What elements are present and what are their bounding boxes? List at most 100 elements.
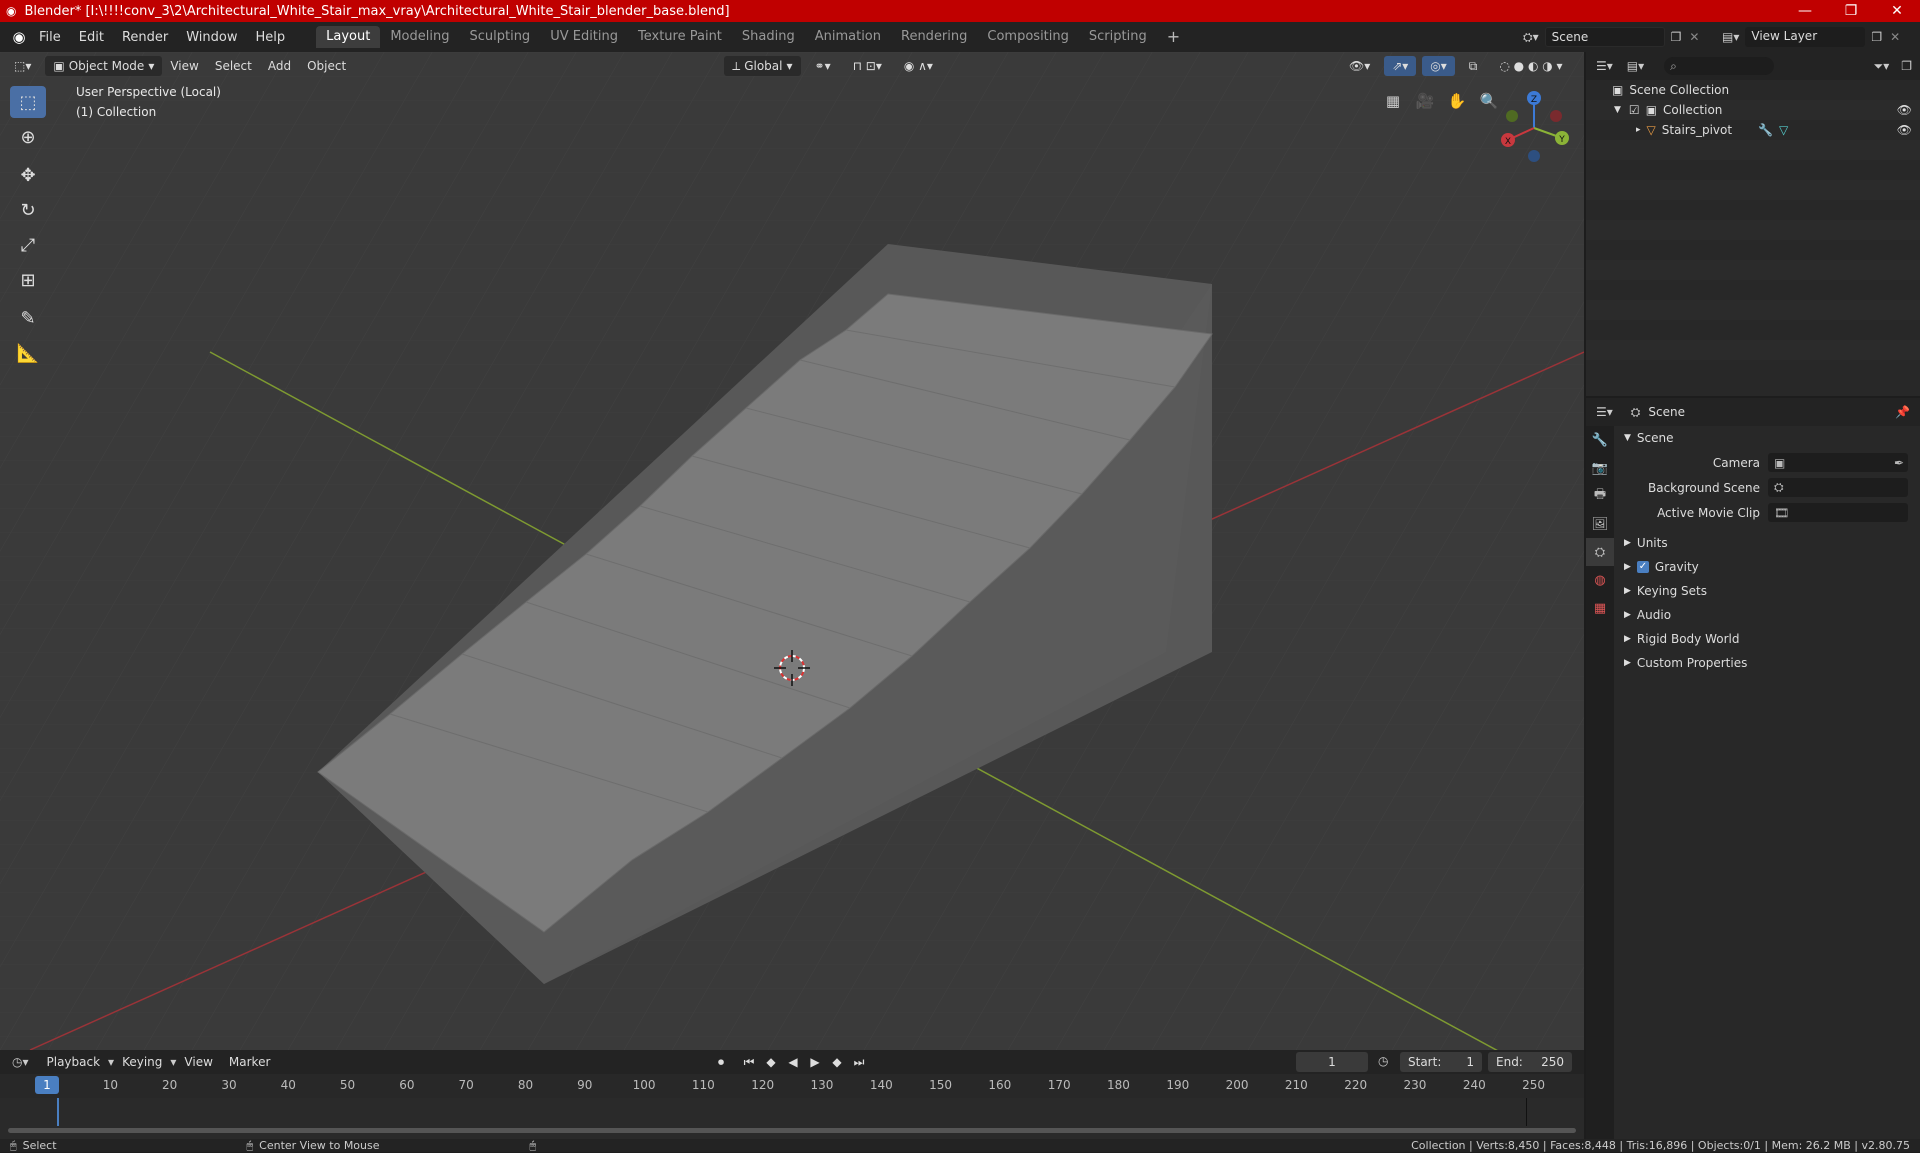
- visibility-eye-icon[interactable]: 👁: [1897, 103, 1912, 117]
- expand-arrow-icon[interactable]: ▸: [1636, 125, 1641, 135]
- clock-icon[interactable]: ◷: [1378, 1054, 1388, 1068]
- timeline-menu-keying[interactable]: Keying: [114, 1055, 170, 1069]
- active-movie-clip-field[interactable]: 🎞: [1768, 503, 1908, 522]
- shading-modes[interactable]: ◌ ● ◐ ◑ ▾: [1491, 56, 1570, 76]
- visibility-eye-icon[interactable]: 👁: [1897, 123, 1912, 137]
- tab-scripting[interactable]: Scripting: [1079, 26, 1157, 48]
- play-reverse-icon[interactable]: ◀: [784, 1052, 802, 1072]
- rotate-tool-icon[interactable]: ↻: [10, 194, 46, 226]
- tab-modeling[interactable]: Modeling: [380, 26, 459, 48]
- view-layer-name-field[interactable]: View Layer: [1745, 27, 1866, 47]
- keying-sets-panel[interactable]: ▶ Keying Sets: [1616, 579, 1920, 603]
- remove-scene-icon[interactable]: ✕: [1689, 30, 1699, 44]
- timeline-menu-view[interactable]: View: [176, 1055, 220, 1069]
- select-box-icon[interactable]: ⬚: [10, 86, 46, 118]
- timeline-editor-icon[interactable]: ◷▾: [12, 1055, 29, 1069]
- camera-view-icon[interactable]: 🎥: [1412, 88, 1438, 114]
- jump-end-icon[interactable]: ⏭: [850, 1052, 868, 1072]
- tab-sculpting[interactable]: Sculpting: [459, 26, 540, 48]
- maximize-icon[interactable]: ❐: [1828, 0, 1874, 22]
- snap-button[interactable]: ⊓ ⊡▾: [845, 56, 890, 76]
- tab-layout[interactable]: Layout: [316, 26, 381, 48]
- texture-props-tab-icon[interactable]: ▦: [1586, 594, 1614, 622]
- blender-menu-icon[interactable]: ◉: [8, 27, 30, 47]
- annotate-tool-icon[interactable]: ✎: [10, 302, 46, 334]
- tool-props-tab-icon[interactable]: 🔧: [1586, 426, 1614, 454]
- scene-section-header[interactable]: ▼ Scene: [1616, 426, 1920, 450]
- viewport-menu-select[interactable]: Select: [207, 59, 260, 73]
- gravity-panel[interactable]: ▶ ✓ Gravity: [1616, 555, 1920, 579]
- scene-name-field[interactable]: Scene: [1544, 27, 1665, 47]
- properties-editor-icon[interactable]: ☰▾: [1596, 405, 1613, 419]
- current-frame-indicator[interactable]: 1: [35, 1076, 59, 1094]
- gizmo-toggle-button[interactable]: ⇗▾: [1384, 56, 1417, 76]
- new-scene-icon[interactable]: ❐: [1671, 30, 1682, 44]
- add-workspace-button[interactable]: +: [1157, 26, 1190, 48]
- record-icon[interactable]: ⏺: [712, 1052, 730, 1072]
- visibility-button[interactable]: 👁▾: [1341, 56, 1378, 76]
- menu-render[interactable]: Render: [113, 30, 177, 45]
- 3d-viewport[interactable]: ⬚▾ ▣ Object Mode ▾ View Select Add Object …: [0, 52, 1584, 1050]
- object-mode-dropdown[interactable]: ▣ Object Mode ▾: [45, 56, 163, 76]
- transform-orientation-dropdown[interactable]: ⟂ Global ▾: [724, 56, 801, 76]
- editor-type-button[interactable]: ⬚▾: [6, 56, 39, 76]
- outliner-row-collection[interactable]: ▼ ☑ ▣ Collection 👁: [1586, 100, 1920, 120]
- toggle-perspective-icon[interactable]: ▦: [1380, 88, 1406, 114]
- close-icon[interactable]: ✕: [1874, 0, 1920, 22]
- cursor-tool-icon[interactable]: ⊕: [10, 121, 46, 153]
- tab-compositing[interactable]: Compositing: [977, 26, 1079, 48]
- timeline-scrollbar[interactable]: [8, 1128, 1576, 1133]
- scene-selector[interactable]: ⛭▾ Scene ❐ ✕: [1523, 26, 1718, 48]
- jump-start-icon[interactable]: ⏮: [740, 1052, 758, 1072]
- viewport-menu-object[interactable]: Object: [299, 59, 354, 73]
- pan-view-icon[interactable]: ✋: [1444, 88, 1470, 114]
- expand-arrow-icon[interactable]: ▼: [1614, 105, 1621, 115]
- tab-shading[interactable]: Shading: [732, 26, 805, 48]
- gravity-checkbox[interactable]: ✓: [1636, 561, 1649, 573]
- menu-edit[interactable]: Edit: [70, 30, 113, 45]
- tab-uv-editing[interactable]: UV Editing: [540, 26, 628, 48]
- viewport-menu-view[interactable]: View: [162, 59, 206, 73]
- tab-rendering[interactable]: Rendering: [891, 26, 977, 48]
- tab-animation[interactable]: Animation: [805, 26, 891, 48]
- camera-field[interactable]: ▣ ✒: [1768, 453, 1908, 472]
- overlay-toggle-button[interactable]: ◎▾: [1422, 56, 1455, 76]
- rigid-body-world-panel[interactable]: ▶ Rigid Body World: [1616, 627, 1920, 651]
- background-scene-field[interactable]: ⛭: [1768, 478, 1908, 497]
- scale-tool-icon[interactable]: ⤢: [10, 229, 46, 261]
- eyedropper-icon[interactable]: ✒: [1894, 456, 1904, 470]
- timeline-menu-playback[interactable]: Playback: [39, 1055, 109, 1069]
- scene-props-tab-icon[interactable]: ⛭: [1586, 538, 1614, 566]
- tab-texture-paint[interactable]: Texture Paint: [628, 26, 732, 48]
- minimize-icon[interactable]: —: [1782, 0, 1828, 22]
- end-frame-field[interactable]: End: 250: [1488, 1052, 1572, 1072]
- prev-keyframe-icon[interactable]: ◆: [762, 1052, 780, 1072]
- frame-ruler[interactable]: 1 10 20 30 40 50 60 70 80 90 100 110 120 130 140 150 16…: [0, 1074, 1584, 1098]
- new-view-layer-icon[interactable]: ❐: [1871, 30, 1882, 44]
- world-props-tab-icon[interactable]: ◍: [1586, 566, 1614, 594]
- audio-panel[interactable]: ▶ Audio: [1616, 603, 1920, 627]
- next-keyframe-icon[interactable]: ◆: [828, 1052, 846, 1072]
- display-mode-icon[interactable]: ▤▾: [1627, 59, 1644, 73]
- filter-icon[interactable]: ⏷▾: [1874, 59, 1890, 74]
- timeline-track-area[interactable]: [0, 1098, 1584, 1139]
- move-tool-icon[interactable]: ✥: [10, 159, 46, 191]
- outliner-search-input[interactable]: ⌕: [1664, 57, 1775, 75]
- output-props-tab-icon[interactable]: 🖶: [1586, 482, 1614, 510]
- remove-view-layer-icon[interactable]: ✕: [1890, 30, 1900, 44]
- custom-properties-panel[interactable]: ▶ Custom Properties: [1616, 651, 1920, 675]
- pin-icon[interactable]: 📌: [1895, 405, 1910, 419]
- play-icon[interactable]: ▶: [806, 1052, 824, 1072]
- timeline-menu-marker[interactable]: Marker: [221, 1055, 278, 1069]
- exclude-checkbox[interactable]: ☑: [1629, 103, 1640, 117]
- current-frame-field[interactable]: 1: [1296, 1052, 1368, 1072]
- view-layer-props-tab-icon[interactable]: 🖼: [1586, 510, 1614, 538]
- render-props-tab-icon[interactable]: 📷: [1586, 454, 1614, 482]
- view-layer-selector[interactable]: ▤▾ View Layer ❐ ✕: [1722, 26, 1918, 48]
- menu-file[interactable]: File: [30, 30, 70, 45]
- units-panel[interactable]: ▶ Units: [1616, 531, 1920, 555]
- menu-help[interactable]: Help: [247, 30, 295, 45]
- xray-toggle-button[interactable]: ⧉: [1461, 56, 1486, 76]
- pivot-point-button[interactable]: ⚭▾: [807, 56, 839, 76]
- new-collection-icon[interactable]: ❐: [1901, 59, 1912, 73]
